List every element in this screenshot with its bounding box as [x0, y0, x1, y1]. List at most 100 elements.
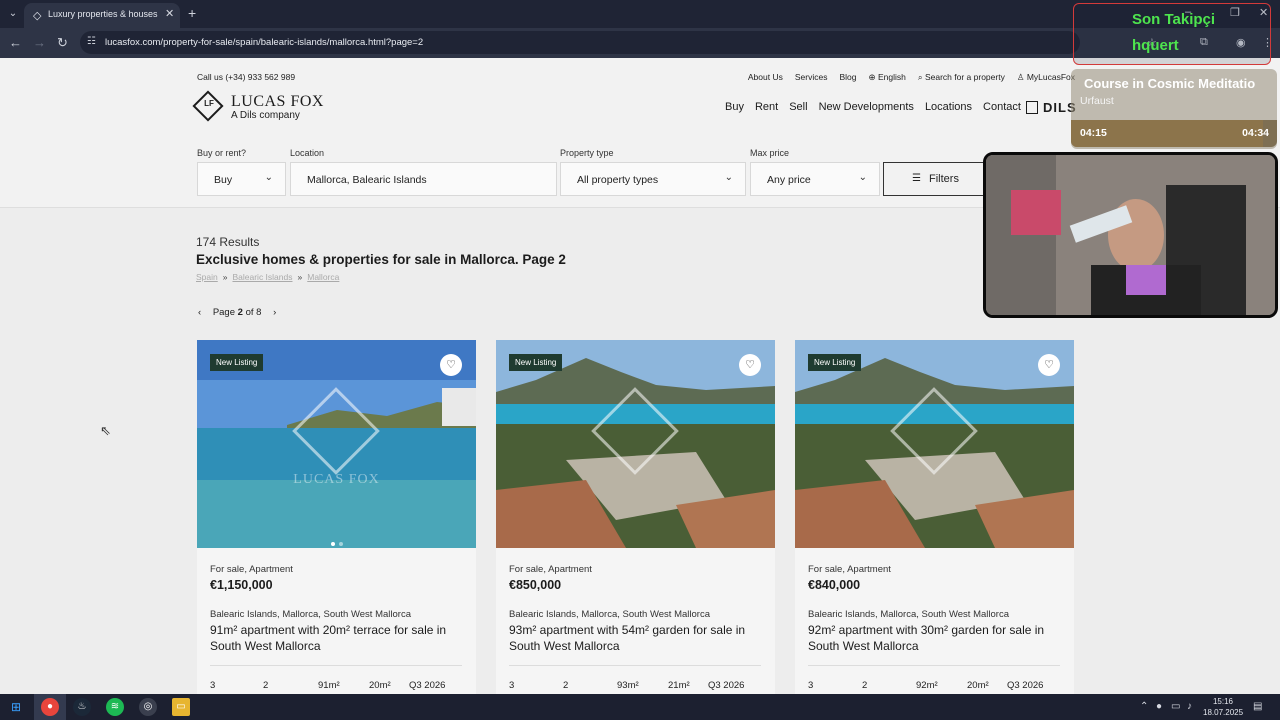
services-link[interactable]: Services — [795, 72, 828, 83]
property-photo[interactable]: LUCAS FOX New Listing ♡ — [197, 340, 476, 548]
breadcrumb-mallorca[interactable]: Mallorca — [307, 272, 339, 282]
next-page-icon[interactable]: › — [273, 307, 276, 318]
nav-contact[interactable]: Contact — [983, 101, 1021, 113]
time-elapsed: 04:15 — [1080, 127, 1107, 139]
listing-type: For sale, Apartment — [210, 564, 293, 575]
listing-title[interactable]: 93m² apartment with 54m² garden for sale… — [509, 623, 764, 654]
spotify-icon[interactable]: ≋ — [106, 698, 124, 716]
max-price-label: Max price — [750, 148, 790, 158]
follower-name: hquert — [1132, 37, 1179, 54]
top-links: About Us Services Blog ⊕ English ⌕ Searc… — [748, 72, 1075, 83]
listing-price: €840,000 — [808, 578, 861, 592]
mylucasfox-link[interactable]: ♙ MyLucasFox — [1017, 72, 1075, 83]
obs-icon[interactable]: ◎ — [139, 698, 157, 716]
url-text[interactable]: lucasfox.com/property-for-sale/spain/bal… — [105, 37, 423, 48]
windows-start-icon[interactable]: ⊞ — [7, 698, 25, 716]
site-info-icon[interactable]: ☷ — [87, 36, 96, 47]
language-link[interactable]: ⊕ English — [868, 72, 905, 83]
filters-button[interactable]: ☰ Filters — [883, 162, 993, 196]
nav-new-developments[interactable]: New Developments — [819, 101, 914, 113]
divider — [509, 665, 761, 666]
results-count: 174 Results — [196, 235, 260, 249]
page-suffix: of 8 — [245, 307, 262, 318]
lucasfox-logo-icon[interactable]: LF — [192, 90, 224, 122]
bedrooms: 3 — [210, 680, 216, 691]
network-icon[interactable]: ▭ — [1171, 701, 1180, 712]
address-bar[interactable]: ☷ lucasfox.com/property-for-sale/spain/b… — [80, 31, 1080, 54]
breadcrumb-spain[interactable]: Spain — [196, 272, 218, 282]
carousel-dots[interactable] — [331, 533, 347, 548]
track-progress-bar: 04:15 04:34 — [1071, 120, 1277, 147]
file-explorer-icon[interactable]: ▭ — [172, 698, 190, 716]
bedrooms: 3 — [509, 680, 515, 691]
logo-subtitle: A Dils company — [231, 110, 300, 121]
listing-type: For sale, Apartment — [509, 564, 592, 575]
forward-icon[interactable]: → — [33, 35, 46, 50]
filters-label: Filters — [929, 173, 959, 185]
nav-rent[interactable]: Rent — [755, 101, 778, 113]
property-card[interactable]: LUCAS FOX New Listing ♡ For sale, Apartm… — [197, 340, 476, 694]
breadcrumb-balearic-islands[interactable]: Balearic Islands — [232, 272, 292, 282]
property-type-value: All property types — [577, 174, 659, 186]
completion-date: Q3 2026 — [409, 680, 446, 691]
outdoor-size: 20m² — [369, 680, 391, 691]
page-current: 2 — [237, 307, 243, 318]
location-input[interactable]: Mallorca, Balearic Islands — [290, 162, 557, 196]
system-clock[interactable]: 15:16 18.07.2025 — [1203, 696, 1243, 718]
nav-locations[interactable]: Locations — [925, 101, 972, 113]
listing-location: Balearic Islands, Mallorca, South West M… — [210, 609, 411, 620]
logo-name[interactable]: LUCAS FOX — [231, 93, 324, 111]
main-nav: Buy Rent Sell New Developments Locations… — [725, 101, 1021, 113]
call-us[interactable]: Call us (+34) 933 562 989 — [197, 72, 295, 82]
chevron-down-icon: ⌄ — [264, 172, 273, 183]
microphone-icon[interactable]: ● — [1156, 701, 1162, 712]
property-photo[interactable]: New Listing ♡ — [795, 340, 1074, 548]
clock-date: 18.07.2025 — [1203, 708, 1244, 717]
heart-icon[interactable]: ♡ — [739, 354, 761, 376]
track-artist: Urfaust — [1080, 95, 1114, 107]
tab-search-icon[interactable]: ⌄ — [4, 5, 22, 23]
max-price-select[interactable]: Any price ⌄ — [750, 162, 880, 196]
steam-icon[interactable]: ♨ — [73, 698, 91, 716]
nav-buy[interactable]: Buy — [725, 101, 744, 113]
prev-page-icon[interactable]: ‹ — [198, 307, 201, 318]
close-tab-icon[interactable]: ✕ — [165, 7, 174, 20]
tray-chevron-icon[interactable]: ⌃ — [1140, 701, 1148, 712]
reload-icon[interactable]: ↻ — [57, 35, 68, 51]
notifications-icon[interactable]: ▤ — [1253, 701, 1262, 712]
property-card[interactable]: New Listing ♡ For sale, Apartment €840,0… — [795, 340, 1074, 694]
browser-tab[interactable]: ◇ Luxury properties & houses for sale in… — [24, 3, 180, 28]
blog-link[interactable]: Blog — [839, 72, 856, 83]
dils-logo[interactable]: DILS — [1026, 100, 1077, 115]
clock-time: 15:16 — [1212, 697, 1234, 706]
divider — [210, 665, 462, 666]
property-type-select[interactable]: All property types ⌄ — [560, 162, 746, 196]
bathrooms: 2 — [263, 680, 269, 691]
property-photo[interactable]: New Listing ♡ — [496, 340, 775, 548]
listing-title[interactable]: 92m² apartment with 30m² garden for sale… — [808, 623, 1063, 654]
buy-rent-select[interactable]: Buy ⌄ — [197, 162, 286, 196]
heart-icon[interactable]: ♡ — [1038, 354, 1060, 376]
chrome-icon[interactable]: ● — [41, 698, 59, 716]
back-icon[interactable]: ← — [9, 35, 22, 50]
new-tab-icon[interactable]: + — [188, 5, 196, 21]
about-us-link[interactable]: About Us — [748, 72, 783, 83]
chevron-down-icon: ⌄ — [858, 172, 867, 183]
volume-icon[interactable]: ♪ — [1187, 701, 1192, 712]
tab-title: Luxury properties & houses for sale in M… — [48, 9, 160, 19]
new-listing-badge: New Listing — [509, 354, 563, 371]
listing-location: Balearic Islands, Mallorca, South West M… — [509, 609, 710, 620]
built-size: 91m² — [318, 680, 340, 691]
follower-alert: Son Takipçi hquert — [1073, 3, 1271, 65]
search-property-link[interactable]: ⌕ Search for a property — [918, 72, 1005, 83]
max-price-value: Any price — [767, 174, 811, 186]
chevron-down-icon: ⌄ — [724, 172, 733, 183]
location-value: Mallorca, Balearic Islands — [307, 174, 427, 186]
heart-icon[interactable]: ♡ — [440, 354, 462, 376]
listing-title[interactable]: 91m² apartment with 20m² terrace for sal… — [210, 623, 465, 654]
nav-sell[interactable]: Sell — [789, 101, 807, 113]
property-card[interactable]: New Listing ♡ For sale, Apartment €850,0… — [496, 340, 775, 694]
watermark-text: LUCAS FOX — [293, 472, 380, 487]
mouse-pointer-icon: ⇖ — [100, 423, 111, 438]
listing-price: €1,150,000 — [210, 578, 273, 592]
